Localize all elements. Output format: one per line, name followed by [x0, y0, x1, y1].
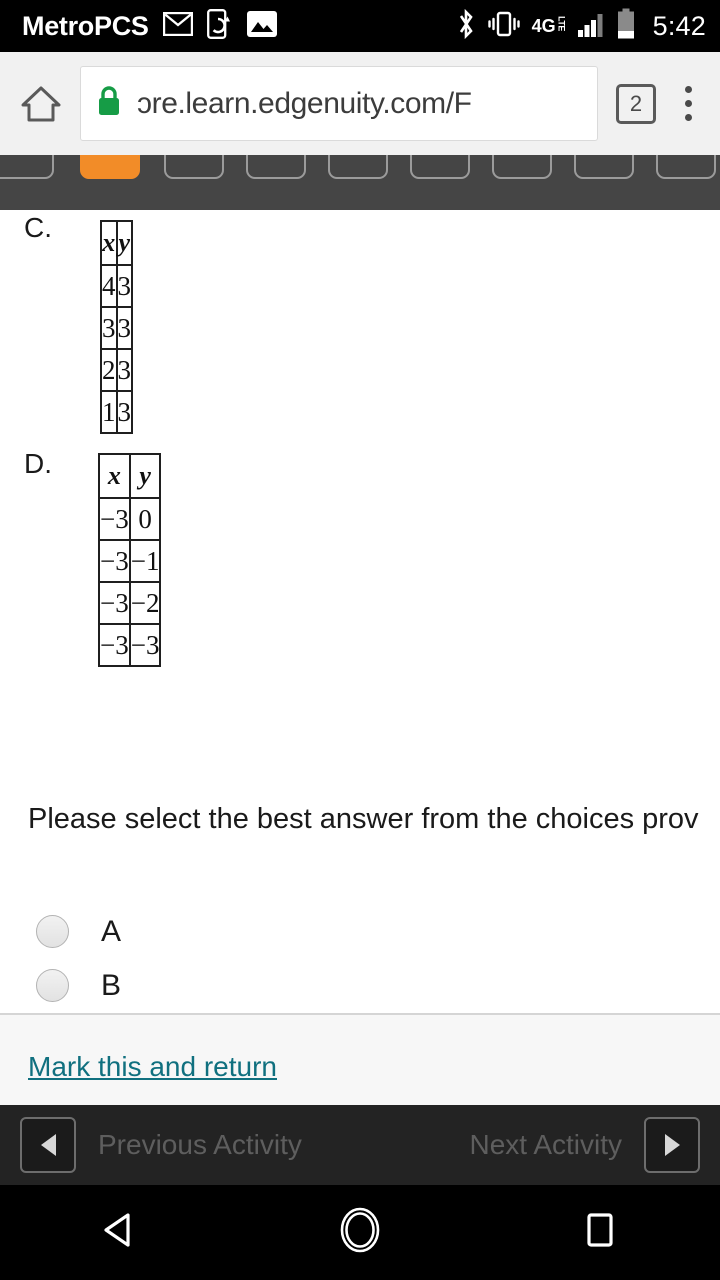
- progress-tab-3[interactable]: [164, 155, 224, 179]
- table-cell-x: −3: [98, 623, 131, 667]
- browser-toolbar: ɔre.learn.edgenuity.com/F 2: [0, 52, 720, 155]
- url-text: ɔre.learn.edgenuity.com/F: [137, 88, 472, 119]
- progress-tab-7[interactable]: [492, 155, 552, 179]
- progress-tab-1[interactable]: [0, 155, 54, 179]
- table-row: 2 3: [100, 348, 133, 392]
- progress-tab-4[interactable]: [246, 155, 306, 179]
- radio-button-a[interactable]: [36, 915, 69, 948]
- table-row: −3 0: [98, 497, 162, 541]
- menu-dot: [684, 100, 692, 107]
- nav-back-button[interactable]: [0, 1207, 240, 1258]
- signal-bars-icon: [577, 10, 605, 43]
- table-header-x: x: [100, 220, 118, 266]
- radio-button-b[interactable]: [36, 969, 69, 1002]
- instruction-text: Please select the best answer from the c…: [28, 803, 699, 835]
- previous-activity-button[interactable]: [20, 1117, 76, 1173]
- table-cell-x: 3: [100, 306, 118, 350]
- lesson-progress-strip: [0, 155, 720, 210]
- bluetooth-icon: [456, 8, 476, 45]
- table-header-y: y: [115, 220, 133, 266]
- menu-dot: [684, 86, 692, 93]
- status-bar-left-group: MetroPCS: [22, 8, 277, 44]
- battery-icon: [616, 8, 636, 45]
- table-cell-y: 0: [128, 497, 162, 541]
- table-cell-x: −3: [98, 539, 131, 583]
- table-header-row: x y: [100, 220, 133, 266]
- radio-label-a: A: [101, 914, 122, 948]
- overflow-menu-icon[interactable]: [666, 77, 710, 131]
- table-row: 1 3: [100, 390, 133, 434]
- progress-tab-9[interactable]: [656, 155, 716, 179]
- next-activity-button[interactable]: [644, 1117, 700, 1173]
- table-cell-x: 2: [100, 348, 118, 392]
- carrier-label: MetroPCS: [22, 10, 149, 41]
- recents-square-icon: [579, 1207, 621, 1258]
- status-bar-right-group: 4G LTE 5:42: [456, 8, 706, 45]
- previous-activity-label[interactable]: Previous Activity: [98, 1131, 302, 1159]
- table-row: −3 −2: [98, 581, 162, 625]
- table-cell-y: −1: [128, 539, 162, 583]
- answer-option-a[interactable]: A: [36, 915, 121, 948]
- network-type-label: 4G LTE: [531, 16, 567, 36]
- back-triangle-icon: [97, 1207, 143, 1258]
- progress-tab-2[interactable]: [80, 155, 140, 179]
- table-row: −3 −3: [98, 623, 162, 667]
- photo-icon: [246, 10, 277, 42]
- arrow-left-icon: [40, 1134, 56, 1156]
- choice-letter-d: D.: [24, 448, 52, 479]
- phone-sync-icon: [206, 8, 233, 44]
- question-content-area: C. x y 4 3 3 3 2 3 1 3 D. x y −3 0 −3 −1…: [0, 210, 720, 1013]
- table-header-x: x: [98, 453, 131, 499]
- table-cell-x: −3: [98, 497, 131, 541]
- table-cell-y: 3: [115, 348, 133, 392]
- table-cell-y: −3: [128, 623, 162, 667]
- table-cell-y: 3: [115, 390, 133, 434]
- vibrate-icon: [487, 9, 521, 44]
- next-activity-label[interactable]: Next Activity: [470, 1131, 622, 1159]
- menu-dot: [684, 114, 692, 121]
- secure-lock-icon: [95, 84, 123, 123]
- table-cell-x: −3: [98, 581, 131, 625]
- gmail-icon: [162, 11, 193, 41]
- table-cell-y: 3: [115, 306, 133, 350]
- address-bar[interactable]: ɔre.learn.edgenuity.com/F: [80, 66, 598, 141]
- home-icon[interactable]: [10, 73, 72, 135]
- table-row: 4 3: [100, 264, 133, 308]
- choice-d-table: x y −3 0 −3 −1 −3 −2 −3 −3: [98, 453, 162, 667]
- progress-tab-6[interactable]: [410, 155, 470, 179]
- table-header-row: x y: [98, 453, 162, 499]
- table-cell-x: 4: [100, 264, 118, 308]
- table-row: −3 −1: [98, 539, 162, 583]
- nav-home-button[interactable]: [240, 1204, 480, 1261]
- activity-navigation-bar: Previous Activity Next Activity: [0, 1105, 720, 1185]
- table-header-y: y: [128, 453, 162, 499]
- home-circle-icon: [336, 1204, 384, 1261]
- table-cell-y: −2: [128, 581, 162, 625]
- progress-tab-5[interactable]: [328, 155, 388, 179]
- table-cell-y: 3: [115, 264, 133, 308]
- mark-this-and-return-link[interactable]: Mark this and return: [28, 1053, 277, 1081]
- clock-label: 5:42: [652, 10, 706, 41]
- choice-c-table: x y 4 3 3 3 2 3 1 3: [100, 220, 133, 434]
- nav-recents-button[interactable]: [480, 1207, 720, 1258]
- question-footer: Mark this and return: [0, 1013, 720, 1105]
- phone-screen: MetroPCS 4G LTE 5:42 ɔre.learn.edgenuity…: [0, 0, 720, 1280]
- choice-letter-c: C.: [24, 212, 52, 243]
- arrow-right-icon: [664, 1134, 680, 1156]
- answer-option-b[interactable]: B: [36, 969, 121, 1002]
- progress-tab-8[interactable]: [574, 155, 634, 179]
- table-cell-x: 1: [100, 390, 118, 434]
- table-row: 3 3: [100, 306, 133, 350]
- radio-label-b: B: [101, 968, 122, 1002]
- tab-switcher-button[interactable]: 2: [616, 83, 656, 124]
- android-navigation-bar: [0, 1185, 720, 1280]
- android-status-bar: MetroPCS 4G LTE 5:42: [0, 0, 720, 52]
